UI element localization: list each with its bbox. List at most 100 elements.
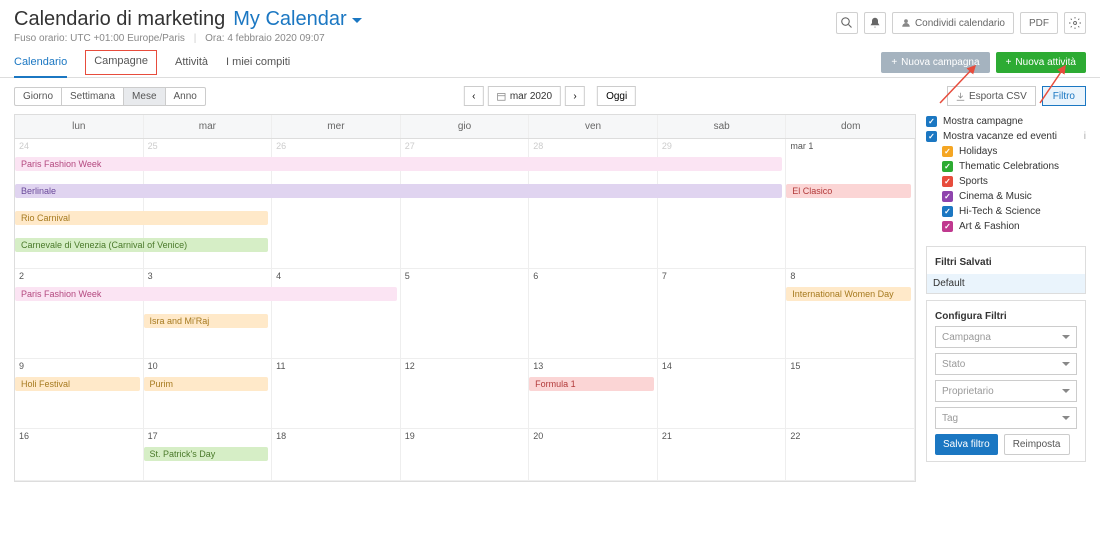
calendar-cell[interactable]: 4 [272,269,401,358]
calendar-cell[interactable]: 18 [272,429,401,480]
calendar-selector[interactable]: My Calendar [233,8,362,31]
checkbox-icon [926,131,937,142]
new-campaign-button[interactable]: + Nuova campagna [881,52,989,73]
calendar-cell[interactable]: 11 [272,359,401,428]
settings-button[interactable] [1064,12,1086,34]
filter-select[interactable]: Proprietario [935,380,1077,402]
category-checkbox[interactable]: Sports [942,174,1086,189]
pdf-button[interactable]: PDF [1020,12,1058,34]
calendar-event[interactable]: Isra and Mi'Raj [144,314,269,328]
calendar-cell[interactable]: 8 [786,269,915,358]
calendar-event[interactable]: Berlinale [15,184,782,198]
day-header: lun [15,115,144,138]
calendar-event[interactable]: Paris Fashion Week [15,157,782,171]
calendar-event[interactable]: Carnevale di Venezia (Carnival of Venice… [15,238,268,252]
tab-attivita[interactable]: Attività [175,48,208,77]
day-number: 15 [790,361,910,371]
date-picker[interactable]: mar 2020 [488,86,561,106]
day-number: 10 [148,361,268,371]
calendar-event[interactable]: Rio Carnival [15,211,268,225]
calendar-event[interactable]: Purim [144,377,269,391]
calendar-cell[interactable]: 7 [658,269,787,358]
checkbox-icon [942,176,953,187]
day-number: 6 [533,271,653,281]
checkbox-icon [942,191,953,202]
plus-icon: + [891,57,897,68]
day-number: 27 [405,141,525,151]
saved-filters-title: Filtri Salvati [935,253,1077,272]
view-month[interactable]: Mese [124,88,165,105]
search-button[interactable] [836,12,858,34]
category-checkbox[interactable]: Holidays [942,144,1086,159]
day-number: 11 [276,361,396,371]
category-checkbox[interactable]: Thematic Celebrations [942,159,1086,174]
category-checkbox[interactable]: Hi-Tech & Science [942,204,1086,219]
calendar-cell[interactable]: 15 [786,359,915,428]
tab-calendario[interactable]: Calendario [14,48,67,78]
view-week[interactable]: Settimana [62,88,124,105]
tab-campagne[interactable]: Campagne [85,50,157,75]
calendar-cell[interactable]: 21 [658,429,787,480]
calendar-cell[interactable]: 9 [15,359,144,428]
day-number: 28 [533,141,653,151]
calendar-event[interactable]: International Women Day [786,287,911,301]
notifications-button[interactable] [864,12,886,34]
checkbox-icon [942,146,953,157]
prev-month-button[interactable]: ‹ [464,86,484,106]
category-checkbox[interactable]: Art & Fashion [942,219,1086,234]
calendar-cell[interactable]: 20 [529,429,658,480]
reset-filter-button[interactable]: Reimposta [1004,434,1070,455]
show-events-checkbox[interactable]: Mostra vacanze ed eventi i [926,129,1086,144]
day-number: 12 [405,361,525,371]
calendar-cell[interactable]: 2 [15,269,144,358]
calendar-cell[interactable]: 22 [786,429,915,480]
bell-icon [869,17,881,29]
day-number: mar 1 [790,141,910,151]
export-csv-button[interactable]: Esporta CSV [947,86,1036,106]
info-icon: i [1084,131,1086,142]
category-label: Art & Fashion [959,221,1020,232]
share-calendar-button[interactable]: Condividi calendario [892,12,1014,34]
filter-select[interactable]: Campagna [935,326,1077,348]
calendar-event[interactable]: Paris Fashion Week [15,287,397,301]
calendar-icon [497,92,506,101]
category-checkbox[interactable]: Cinema & Music [942,189,1086,204]
calendar-cell[interactable]: 14 [658,359,787,428]
calendar-cell[interactable]: 16 [15,429,144,480]
day-number: 5 [405,271,525,281]
calendar-event[interactable]: El Clasico [786,184,911,198]
day-header: mer [272,115,401,138]
view-day[interactable]: Giorno [15,88,62,105]
next-month-button[interactable]: › [565,86,585,106]
day-header: gio [401,115,530,138]
day-number: 25 [148,141,268,151]
calendar-event[interactable]: Holi Festival [15,377,140,391]
filter-select[interactable]: Stato [935,353,1077,375]
calendar-cell[interactable]: 5 [401,269,530,358]
calendar-event[interactable]: Formula 1 [529,377,654,391]
time-text: Ora: 4 febbraio 2020 09:07 [188,33,325,44]
calendar-cell[interactable]: 12 [401,359,530,428]
today-button[interactable]: Oggi [597,86,636,106]
chevron-down-icon [351,14,363,26]
new-campaign-label: Nuova campagna [901,57,979,68]
save-filter-button[interactable]: Salva filtro [935,434,998,455]
calendar-cell[interactable]: 13 [529,359,658,428]
page-title: Calendario di marketing [14,8,225,31]
tab-compiti[interactable]: I miei compiti [226,48,290,77]
show-campaigns-checkbox[interactable]: Mostra campagne [926,114,1086,129]
day-number: 26 [276,141,396,151]
calendar-cell[interactable]: 10 [144,359,273,428]
default-filter[interactable]: Default [927,274,1085,293]
calendar-cell[interactable]: mar 1 [786,139,915,268]
day-header: mar [144,115,273,138]
new-activity-button[interactable]: +Nuova attività [996,52,1086,73]
calendar-event[interactable]: St. Patrick's Day [144,447,269,461]
calendar-cell[interactable]: 6 [529,269,658,358]
user-icon [901,18,911,28]
filter-button[interactable]: Filtro [1042,86,1086,106]
filter-select[interactable]: Tag [935,407,1077,429]
view-year[interactable]: Anno [166,88,205,105]
day-number: 17 [148,431,268,441]
calendar-cell[interactable]: 19 [401,429,530,480]
